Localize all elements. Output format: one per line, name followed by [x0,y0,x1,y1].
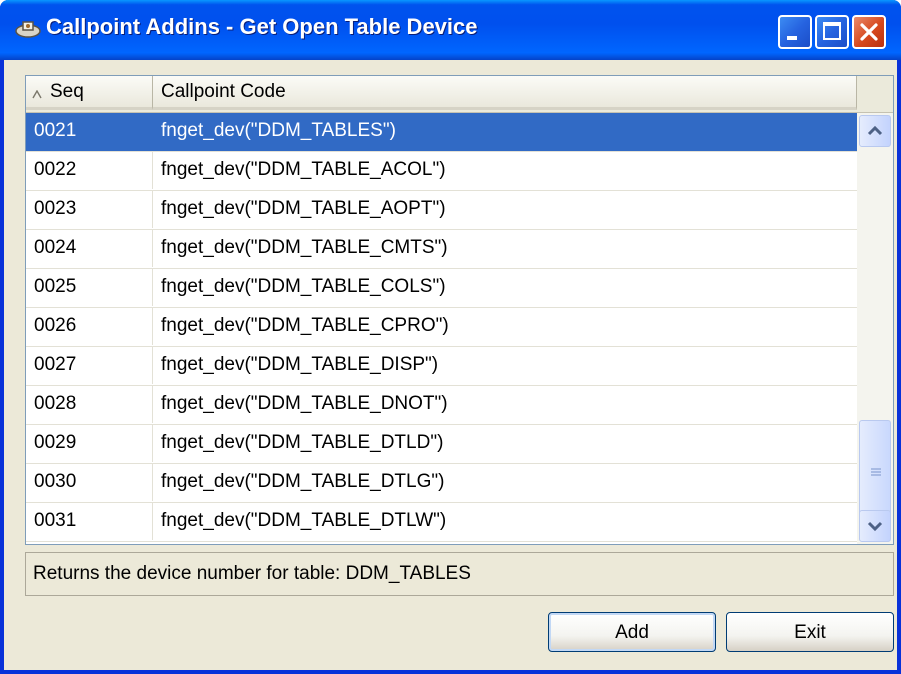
scroll-down-button[interactable] [859,510,891,542]
table-row[interactable]: 0028 fnget_dev("DDM_TABLE_DNOT") [26,386,857,425]
close-button[interactable] [852,15,886,49]
table-row[interactable]: 0027 fnget_dev("DDM_TABLE_DISP") [26,347,857,386]
code-cell: fnget_dev("DDM_TABLE_DTLD") [161,432,444,453]
seq-cell: 0026 [26,308,153,345]
column-header-label: Seq [50,81,84,102]
table-row[interactable]: 0030 fnget_dev("DDM_TABLE_DTLG") [26,464,857,503]
seq-cell: 0022 [26,152,153,189]
seq-cell: 0028 [26,386,153,423]
code-cell: fnget_dev("DDM_TABLE_ACOL") [161,159,446,180]
minimize-button[interactable] [778,15,812,49]
title-bar[interactable]: Callpoint Addins - Get Open Table Device [0,0,901,60]
add-button[interactable]: Add [548,612,716,652]
grid-rows: 0021 fnget_dev("DDM_TABLES") 0022 fnget_… [26,113,857,542]
sort-ascending-icon [32,90,42,99]
table-row[interactable]: 0024 fnget_dev("DDM_TABLE_CMTS") [26,230,857,269]
seq-cell: 0031 [26,503,153,540]
column-header-label: Callpoint Code [161,81,286,102]
code-cell: fnget_dev("DDM_TABLE_DTLW") [161,510,447,531]
grid-header: Seq Callpoint Code [26,76,893,113]
code-cell: fnget_dev("DDM_TABLE_DISP") [161,354,439,375]
table-row[interactable]: 0022 fnget_dev("DDM_TABLE_ACOL") [26,152,857,191]
table-row[interactable]: 0026 fnget_dev("DDM_TABLE_CPRO") [26,308,857,347]
chevron-down-icon [867,521,883,532]
seq-cell: 0027 [26,347,153,384]
seq-cell: 0021 [26,113,153,150]
column-header-seq[interactable]: Seq [26,76,153,110]
code-cell: fnget_dev("DDM_TABLE_CMTS") [161,237,448,258]
table-row[interactable]: 0023 fnget_dev("DDM_TABLE_AOPT") [26,191,857,230]
chevron-up-icon [867,125,883,136]
app-icon [15,21,41,38]
table-row[interactable]: 0029 fnget_dev("DDM_TABLE_DTLD") [26,425,857,464]
code-cell: fnget_dev("DDM_TABLE_CPRO") [161,315,449,336]
seq-cell: 0024 [26,230,153,267]
code-cell: fnget_dev("DDM_TABLE_DTLG") [161,471,445,492]
maximize-button[interactable] [815,15,849,49]
scroll-up-button[interactable] [859,115,891,147]
seq-cell: 0023 [26,191,153,228]
maximize-icon [823,22,841,40]
code-cell: fnget_dev("DDM_TABLES") [161,120,396,141]
code-cell: fnget_dev("DDM_TABLE_COLS") [161,276,446,297]
seq-cell: 0025 [26,269,153,306]
minimize-icon [787,36,797,40]
vertical-scrollbar[interactable] [857,113,893,544]
seq-cell: 0030 [26,464,153,501]
column-header-callpoint-code[interactable]: Callpoint Code [153,76,857,110]
code-cell: fnget_dev("DDM_TABLE_AOPT") [161,198,446,219]
table-row[interactable]: 0025 fnget_dev("DDM_TABLE_COLS") [26,269,857,308]
window-title: Callpoint Addins - Get Open Table Device [46,14,478,39]
code-cell: fnget_dev("DDM_TABLE_DNOT") [161,393,448,414]
close-icon [860,23,878,41]
exit-button[interactable]: Exit [726,612,894,652]
table-row[interactable]: 0021 fnget_dev("DDM_TABLES") [26,113,857,152]
description-status: Returns the device number for table: DDM… [25,552,894,596]
callpoint-grid[interactable]: Seq Callpoint Code 0021 fnget_dev("DDM_T… [25,75,894,545]
dialog-window: Callpoint Addins - Get Open Table Device [0,0,901,674]
table-row[interactable]: 0031 fnget_dev("DDM_TABLE_DTLW") [26,503,857,542]
seq-cell: 0029 [26,425,153,462]
grip-icon [871,468,881,476]
